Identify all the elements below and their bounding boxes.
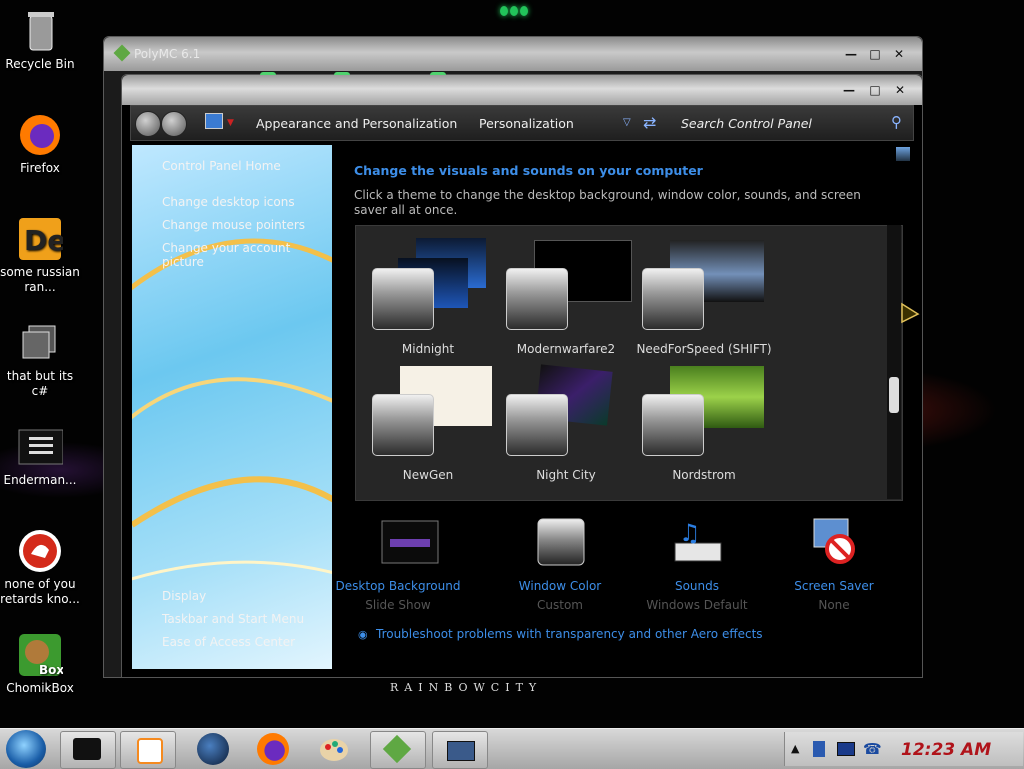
svg-text:♫: ♫	[679, 519, 701, 547]
theme-needforspeed[interactable]: NeedForSpeed (SHIFT)	[636, 232, 772, 356]
theme-label: Midnight	[401, 342, 455, 356]
theme-night-city[interactable]: Night City	[498, 358, 634, 482]
breadcrumb-appearance[interactable]: Appearance and Personalization	[256, 116, 457, 131]
dino-app-icon	[17, 528, 63, 574]
screen-saver-icon	[810, 517, 860, 567]
minimize-button[interactable]: —	[844, 47, 858, 61]
breadcrumb-personalization[interactable]: Personalization	[479, 116, 574, 131]
theme-gallery: Midnight Modernwarfare2 NeedForSpeed (SH…	[355, 225, 903, 501]
taskbar-firefox-icon[interactable]	[257, 733, 289, 765]
taskbar-media-player[interactable]	[120, 731, 176, 769]
windows-stack-icon	[17, 320, 63, 366]
terminal-icon	[73, 738, 101, 760]
theme-label: Night City	[536, 468, 596, 482]
control-panel-taskbar-icon	[447, 741, 475, 761]
theme-modernwarfare2[interactable]: Modernwarfare2	[498, 232, 634, 356]
wallpaper-logo: RAINBOWCITY	[390, 681, 543, 694]
media-player-icon	[137, 738, 163, 764]
polymc-titlebar[interactable]: PolyMC 6.1 — □ ✕	[104, 37, 922, 71]
search-icon[interactable]: ⚲	[891, 113, 902, 131]
theme-label: NeedForSpeed (SHIFT)	[636, 342, 772, 356]
window-color-button[interactable]: Window Color Custom	[490, 517, 630, 612]
taskbar-terminal[interactable]	[60, 731, 116, 769]
theme-newgen[interactable]: NewGen	[360, 358, 496, 482]
volume-icon[interactable]: ☎	[863, 740, 882, 758]
refresh-icon[interactable]: ⇄	[643, 113, 656, 132]
theme-label: Nordstrom	[672, 468, 736, 482]
desktop-icon-enderman[interactable]: Enderman...	[0, 424, 80, 488]
sidebar-change-account-picture[interactable]: Change your account picture	[162, 241, 332, 269]
address-dropdown-icon[interactable]: ▽	[623, 117, 631, 128]
sounds-button[interactable]: ♫ Sounds Windows Default	[627, 517, 767, 612]
control-panel-icon	[205, 113, 223, 129]
sidebar-display-link[interactable]: Display	[162, 589, 206, 603]
polymc-title: PolyMC 6.1	[134, 47, 201, 61]
recent-pages-chevron-icon[interactable]: ▼	[227, 118, 234, 128]
sidebar-taskbar-link[interactable]: Taskbar and Start Menu	[162, 612, 304, 626]
search-input[interactable]: Search Control Panel	[681, 116, 812, 131]
show-hidden-icons-icon[interactable]: ▲	[791, 742, 799, 755]
forward-button[interactable]	[161, 111, 187, 137]
sidebar-change-desktop-icons[interactable]: Change desktop icons	[162, 195, 295, 209]
desktop-icon-recycle-bin[interactable]: Recycle Bin	[0, 8, 80, 72]
sidebar-ease-of-access-link[interactable]: Ease of Access Center	[162, 635, 295, 649]
taskbar-paint-icon[interactable]	[318, 733, 350, 765]
svg-text:Box: Box	[39, 663, 63, 677]
page-description: Click a theme to change the desktop back…	[354, 188, 861, 217]
window-color-icon	[536, 517, 586, 567]
troubleshoot-link[interactable]: Troubleshoot problems with transparency …	[376, 627, 763, 641]
desktop-icon-none-of-you[interactable]: none of you retards kno...	[0, 528, 80, 607]
close-button[interactable]: ✕	[892, 47, 906, 61]
polymc-icon	[113, 44, 131, 62]
desktop-icon-firefox[interactable]: Firefox	[0, 112, 80, 176]
taskbar-control-panel[interactable]	[432, 731, 488, 769]
taskbar-polymc[interactable]	[370, 731, 426, 769]
screen-saver-button[interactable]: Screen Saver None	[764, 517, 904, 612]
desktop-icon-russian[interactable]: De some russian ran...	[0, 216, 80, 295]
cursor-icon	[901, 302, 920, 324]
back-button[interactable]	[135, 111, 161, 137]
chomikbox-icon: Box	[17, 632, 64, 678]
theme-label: Modernwarfare2	[516, 342, 616, 356]
desktop-background-button[interactable]: Desktop Background Slide Show	[328, 517, 468, 612]
music-notes-icon: ♫	[673, 517, 723, 567]
wallpaper-glow	[496, 4, 528, 18]
control-panel-window[interactable]: — □ ✕ ▼ Appearance and Personalization P…	[121, 72, 923, 678]
start-button[interactable]	[6, 730, 46, 768]
network-icon[interactable]	[837, 742, 855, 756]
recycle-bin-icon	[17, 8, 63, 54]
troubleshoot-icon: ◉	[358, 628, 368, 641]
de-app-icon: De	[17, 216, 66, 262]
scrollbar-thumb[interactable]	[889, 377, 899, 413]
cp-close-button[interactable]: ✕	[893, 83, 907, 97]
usb-icon[interactable]	[813, 741, 825, 757]
desktop-background-icon	[380, 517, 439, 567]
taskbar: ▲ ☎ 12:23 AM	[0, 728, 1024, 769]
help-icon[interactable]	[896, 147, 910, 161]
theme-midnight[interactable]: Midnight	[360, 232, 496, 356]
maximize-button[interactable]: □	[868, 47, 882, 61]
firefox-icon	[17, 112, 63, 158]
cp-minimize-button[interactable]: —	[842, 83, 856, 97]
taskbar-network-globe-icon[interactable]	[197, 733, 229, 765]
polymc-taskbar-icon	[382, 734, 412, 764]
sidebar: Control Panel Home Change desktop icons …	[132, 145, 332, 669]
theme-label: NewGen	[402, 468, 454, 482]
main-content: Change the visuals and sounds on your co…	[354, 163, 914, 218]
document-list-icon	[17, 424, 64, 470]
cp-maximize-button[interactable]: □	[868, 83, 882, 97]
address-bar[interactable]: ▼ Appearance and Personalization Persona…	[130, 105, 914, 141]
theme-scrollbar[interactable]	[887, 225, 901, 499]
clock[interactable]: 12:23 AM	[901, 740, 991, 760]
system-tray: ▲ ☎ 12:23 AM	[784, 732, 1023, 766]
control-panel-titlebar[interactable]: — □ ✕	[122, 75, 922, 105]
sidebar-home-link[interactable]: Control Panel Home	[162, 159, 281, 173]
desktop-icon-chomikbox[interactable]: Box ChomikBox	[0, 632, 80, 696]
desktop-icon-csharp[interactable]: that but its c#	[0, 320, 80, 399]
theme-nordstrom[interactable]: Nordstrom	[636, 358, 772, 482]
sidebar-change-mouse-pointers[interactable]: Change mouse pointers	[162, 218, 305, 232]
page-heading: Change the visuals and sounds on your co…	[354, 163, 703, 178]
svg-text:De: De	[24, 224, 63, 257]
